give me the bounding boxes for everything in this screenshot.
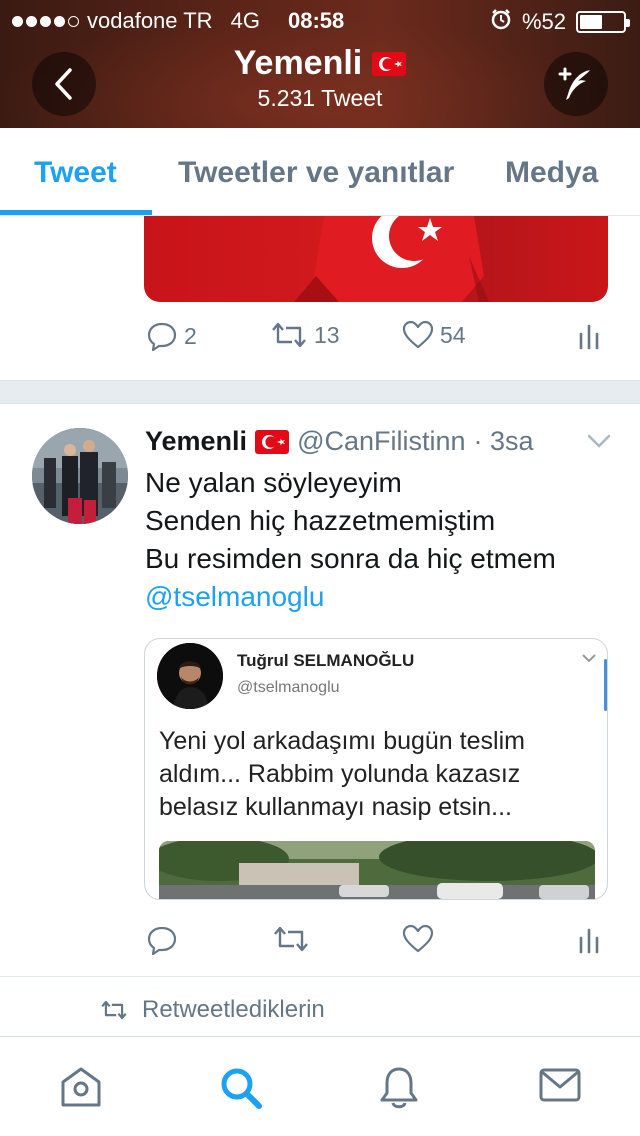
carrier-label: vodafone TR xyxy=(87,8,213,33)
quoted-avatar xyxy=(157,643,223,709)
retweet-icon xyxy=(274,926,308,952)
tweet-author-name[interactable]: Yemenli xyxy=(145,426,247,457)
quoted-line: Yeni yol arkadaşımı bugün teslim xyxy=(159,727,525,755)
tweet-separator xyxy=(0,380,640,404)
reply-button[interactable] xyxy=(146,924,178,956)
profile-tabs: Tweet Tweetler ve yanıtlar Medya xyxy=(0,128,640,216)
tweet-author-handle[interactable]: @CanFilistinn xyxy=(297,426,465,457)
tab-home[interactable] xyxy=(58,1065,104,1114)
tab-search[interactable] xyxy=(218,1065,264,1116)
turkish-flag-icon xyxy=(372,51,407,76)
tweet-header: Yemenli @CanFilistinn · 3sa xyxy=(145,426,534,457)
status-time: 08:58 xyxy=(288,8,345,33)
battery-icon xyxy=(576,11,630,33)
tab-notifications[interactable] xyxy=(378,1065,420,1116)
tab-tweet[interactable]: Tweet xyxy=(34,156,117,190)
analytics-icon xyxy=(579,324,599,350)
scroll-indicator xyxy=(604,659,607,711)
search-icon xyxy=(221,1068,262,1109)
battery-percent: %52 xyxy=(521,9,566,34)
retweet-icon xyxy=(272,322,306,348)
reply-icon xyxy=(147,322,177,352)
retweet-button[interactable]: 13 xyxy=(270,320,340,350)
status-bar: vodafone TR 4G 08:58 %52 xyxy=(0,0,640,40)
tab-messages[interactable] xyxy=(538,1065,582,1110)
retweet-count: 13 xyxy=(314,321,340,348)
tweet-body: Ne yalan söyleyeyim Senden hiç hazzetmem… xyxy=(145,464,556,616)
compose-tweet-button[interactable] xyxy=(544,52,608,116)
tab-tweets-and-replies[interactable]: Tweetler ve yanıtlar xyxy=(178,156,454,190)
reply-count: 2 xyxy=(184,322,197,349)
quoted-line: aldım... Rabbim yolunda kazasız xyxy=(159,760,521,788)
previous-tweet-media[interactable] xyxy=(144,216,608,302)
like-count: 54 xyxy=(440,321,466,348)
home-icon xyxy=(61,1067,101,1107)
tweet-options-button[interactable] xyxy=(586,432,612,455)
tweet-timestamp: · 3sa xyxy=(473,426,534,456)
previous-tweet-actions: 2 13 54 xyxy=(0,320,640,370)
turkish-flag-icon xyxy=(255,429,290,454)
chevron-down-icon xyxy=(587,434,611,448)
signal-strength-icon xyxy=(12,15,79,27)
quoted-tweet-card[interactable]: Tuğrul SELMANOĞLU @tselmanoglu Yeni yol … xyxy=(144,638,608,900)
bell-icon xyxy=(380,1067,418,1109)
active-tab-indicator xyxy=(0,210,152,215)
retweet-icon xyxy=(101,1000,127,1020)
quoted-photo xyxy=(159,841,595,899)
quoted-author-name: Tuğrul SELMANOĞLU xyxy=(237,651,415,670)
profile-header: vodafone TR 4G 08:58 %52 Yemenli 5.231 T… xyxy=(0,0,640,128)
heart-icon xyxy=(402,320,434,349)
retweeted-section[interactable]: Retweetlediklerin xyxy=(100,996,325,1024)
quoted-author-handle: @tselmanoglu xyxy=(237,679,340,696)
tweet-line: Bu resimden sonra da hiç etmem xyxy=(145,543,556,574)
like-button[interactable]: 54 xyxy=(402,320,466,350)
heart-icon xyxy=(402,924,434,953)
bottom-tab-bar xyxy=(0,1036,640,1136)
retweet-button[interactable] xyxy=(272,924,310,954)
quoted-tweet-body: Yeni yol arkadaşımı bugün teslim aldım..… xyxy=(159,725,599,824)
compose-feather-icon xyxy=(558,67,590,100)
network-label: 4G xyxy=(230,8,260,33)
alarm-icon xyxy=(490,8,512,36)
like-button[interactable] xyxy=(402,924,434,954)
mail-icon xyxy=(539,1068,581,1102)
tweet-actions xyxy=(0,924,640,974)
tweet-line: Ne yalan söyleyeyim xyxy=(145,467,402,498)
analytics-button[interactable] xyxy=(578,320,602,350)
tweet-divider xyxy=(0,976,640,977)
reply-button[interactable]: 2 xyxy=(146,320,197,352)
retweeted-label: Retweetlediklerin xyxy=(142,996,325,1023)
tweet-mention-link[interactable]: @tselmanoglu xyxy=(145,578,556,616)
quoted-options-icon xyxy=(581,651,597,669)
profile-name: Yemenli xyxy=(233,44,363,82)
analytics-button[interactable] xyxy=(578,924,602,954)
quoted-line: belasız kullanmayı nasip etsin... xyxy=(159,793,512,821)
tweet-line: Senden hiç hazzetmemiştim xyxy=(145,505,496,536)
tab-media[interactable]: Medya xyxy=(505,156,598,190)
reply-icon xyxy=(147,926,177,956)
analytics-icon xyxy=(579,928,599,954)
avatar[interactable] xyxy=(32,428,128,524)
